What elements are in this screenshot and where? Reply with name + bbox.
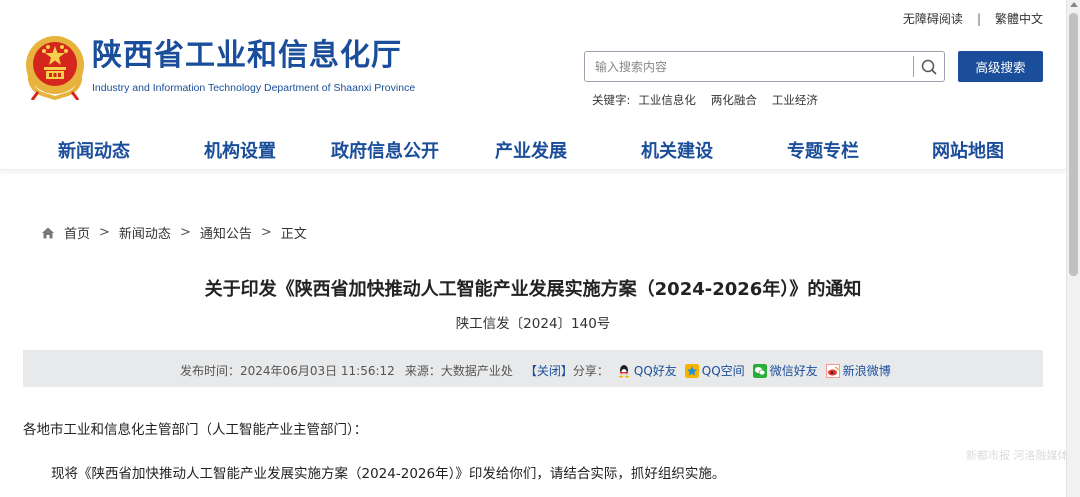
nav-item-organization[interactable]: 机构设置 [204, 137, 276, 163]
search-button[interactable] [914, 52, 944, 81]
share-label-text: QQ空间 [701, 364, 745, 378]
share-label-text: 新浪微博 [842, 364, 891, 378]
document-number: 陕工信发〔2024〕140号 [455, 316, 611, 332]
breadcrumb-home[interactable]: 首页 [64, 223, 90, 242]
topbar-separator: | [976, 11, 981, 26]
nav-item-industry[interactable]: 产业发展 [495, 137, 567, 163]
share-wechat[interactable]: 微信好友 [752, 362, 818, 379]
nav-item-topics[interactable]: 专题专栏 [787, 137, 859, 163]
weibo-icon [825, 363, 840, 378]
qq-icon [618, 364, 629, 377]
keywords-label: 关键字: [592, 93, 631, 107]
close-link[interactable]: 【关闭】 [525, 362, 573, 379]
main-nav: 新闻动态 机构设置 政府信息公开 产业发展 机关建设 专题专栏 网站地图 [0, 126, 1066, 170]
site-subtitle: Industry and Information Technology Depa… [92, 82, 416, 94]
search-keywords: 关键字: 工业信息化 两化融合 工业经济 [592, 92, 833, 108]
keyword-link[interactable]: 两化融合 [711, 92, 757, 108]
breadcrumb-current: 正文 [280, 227, 307, 242]
share-label-text: 微信好友 [769, 364, 818, 378]
share-weibo[interactable]: 新浪微博 [825, 362, 891, 379]
breadcrumb-separator: > [99, 225, 110, 240]
breadcrumb-separator: > [260, 225, 272, 240]
vertical-scrollbar[interactable] [1066, 0, 1080, 497]
nav-item-party-building[interactable]: 机关建设 [641, 137, 713, 163]
search-box [584, 51, 945, 82]
source-value: 大数据产业处 [440, 364, 513, 378]
breadcrumb-news[interactable]: 新闻动态 [119, 223, 171, 242]
publish-time: 2024年06月03日 11:56:12 [240, 364, 395, 378]
breadcrumb: 首页 > 新闻动态 > 通知公告 > 正文 [41, 223, 307, 242]
national-emblem-logo[interactable] [24, 34, 86, 100]
keyword-link[interactable]: 工业信息化 [638, 92, 696, 108]
watermark: 新都市报 河洛融媒体 [966, 449, 1069, 462]
share-qq-friends[interactable]: QQ好友 [617, 362, 677, 379]
language-switch-link[interactable]: 繁體中文 [995, 10, 1043, 27]
scroll-up-arrow-icon[interactable] [1070, 2, 1078, 7]
share-label: 分享： [572, 364, 609, 378]
publish-time-label: 发布时间： [180, 364, 241, 378]
advanced-search-button[interactable]: 高级搜索 [958, 51, 1043, 82]
article-meta-bar: 发布时间： 2024年06月03日 11:56:12 来源： 大数据产业处 【关… [23, 350, 1043, 387]
nav-item-gov-info[interactable]: 政府信息公开 [331, 137, 439, 163]
qzone-icon [684, 363, 699, 378]
search-icon [921, 59, 937, 75]
nav-item-news[interactable]: 新闻动态 [58, 137, 130, 163]
keyword-link[interactable]: 工业经济 [772, 92, 818, 108]
wechat-icon [752, 363, 767, 378]
article-body-paragraph: 现将《陕西省加快推动人工智能产业发展实施方案（2024-2026年）》印发给你们… [51, 466, 726, 482]
share-label-text: QQ好友 [633, 364, 677, 378]
article-title: 关于印发《陕西省加快推动人工智能产业发展实施方案（2024-2026年）》的通知 [204, 279, 862, 300]
nav-item-sitemap[interactable]: 网站地图 [932, 137, 1004, 163]
scrollbar-thumb[interactable] [1069, 13, 1078, 276]
breadcrumb-separator: > [179, 225, 191, 240]
breadcrumb-notices[interactable]: 通知公告 [200, 223, 252, 242]
accessibility-link[interactable]: 无障碍阅读 [903, 10, 963, 27]
home-icon [42, 227, 54, 238]
source-label: 来源： [404, 364, 441, 378]
top-utility-bar: 无障碍阅读 | 繁體中文 [903, 10, 1043, 27]
article-salutation: 各地市工业和信息化主管部门（人工智能产业主管部门）： [23, 422, 368, 438]
share-qzone[interactable]: QQ空间 [684, 362, 745, 379]
site-title[interactable]: 陕西省工业和信息化厅 [92, 39, 402, 73]
search-input[interactable] [585, 52, 913, 81]
